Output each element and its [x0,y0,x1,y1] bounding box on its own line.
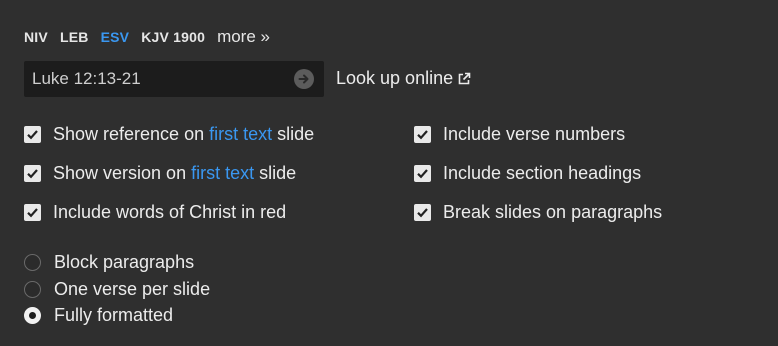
checkmark-icon [417,169,428,179]
checkmark-icon [27,208,38,218]
look-up-online-label: Look up online [336,68,454,88]
words-of-christ-checkbox[interactable] [24,204,41,221]
show-version-first-text-link[interactable]: first text [191,163,254,184]
fully-formatted-radio[interactable] [24,307,41,324]
option-show-version: Show version on first text slide [24,163,296,184]
section-headings-checkbox[interactable] [414,165,431,182]
block-paragraphs-label: Block paragraphs [54,252,195,272]
one-verse-per-slide-label: One verse per slide [54,279,211,299]
version-tab-esv[interactable]: ESV [101,29,130,45]
show-version-label: Show version on [53,163,187,183]
version-tab-kjv-1900[interactable]: KJV 1900 [141,29,205,45]
words-of-christ-label: Include words of Christ in red [53,202,287,222]
version-tab-leb[interactable]: LEB [60,29,89,45]
checkmark-icon [417,130,428,140]
option-show-reference: Show reference on first text slide [24,124,314,145]
checkmark-icon [417,208,428,218]
break-paragraphs-checkbox[interactable] [414,204,431,221]
show-version-label-suffix: slide [259,163,297,183]
more-versions-link[interactable]: more » [217,27,270,47]
checkmark-icon [27,169,38,179]
one-verse-per-slide-radio[interactable] [24,281,41,298]
verse-numbers-label: Include verse numbers [443,124,626,144]
show-reference-first-text-link[interactable]: first text [209,124,272,145]
format-option-fully-formatted: Fully formatted [24,305,173,326]
fully-formatted-label: Fully formatted [54,305,174,325]
external-link-icon [458,72,471,84]
version-tab-niv[interactable]: NIV [24,29,48,45]
option-section-headings: Include section headings [414,163,641,184]
version-tabs: NIV LEB ESV KJV 1900 more » [24,27,270,47]
look-up-online-link[interactable]: Look up online [336,68,471,89]
arrow-right-circle-icon[interactable] [294,69,314,89]
checkmark-icon [27,130,38,140]
reference-input[interactable] [24,61,286,97]
section-headings-label: Include section headings [443,163,642,183]
option-verse-numbers: Include verse numbers [414,124,625,145]
break-paragraphs-label: Break slides on paragraphs [443,202,663,222]
show-reference-label-suffix: slide [277,124,315,144]
reference-box [24,61,324,97]
option-break-paragraphs: Break slides on paragraphs [414,202,662,223]
block-paragraphs-radio[interactable] [24,254,41,271]
format-option-one-verse-per-slide: One verse per slide [24,279,210,300]
format-option-block-paragraphs: Block paragraphs [24,252,194,273]
show-version-checkbox[interactable] [24,165,41,182]
radio-selected-dot [29,312,36,319]
show-reference-checkbox[interactable] [24,126,41,143]
option-words-of-christ: Include words of Christ in red [24,202,286,223]
verse-numbers-checkbox[interactable] [414,126,431,143]
show-reference-label: Show reference on [53,124,205,144]
